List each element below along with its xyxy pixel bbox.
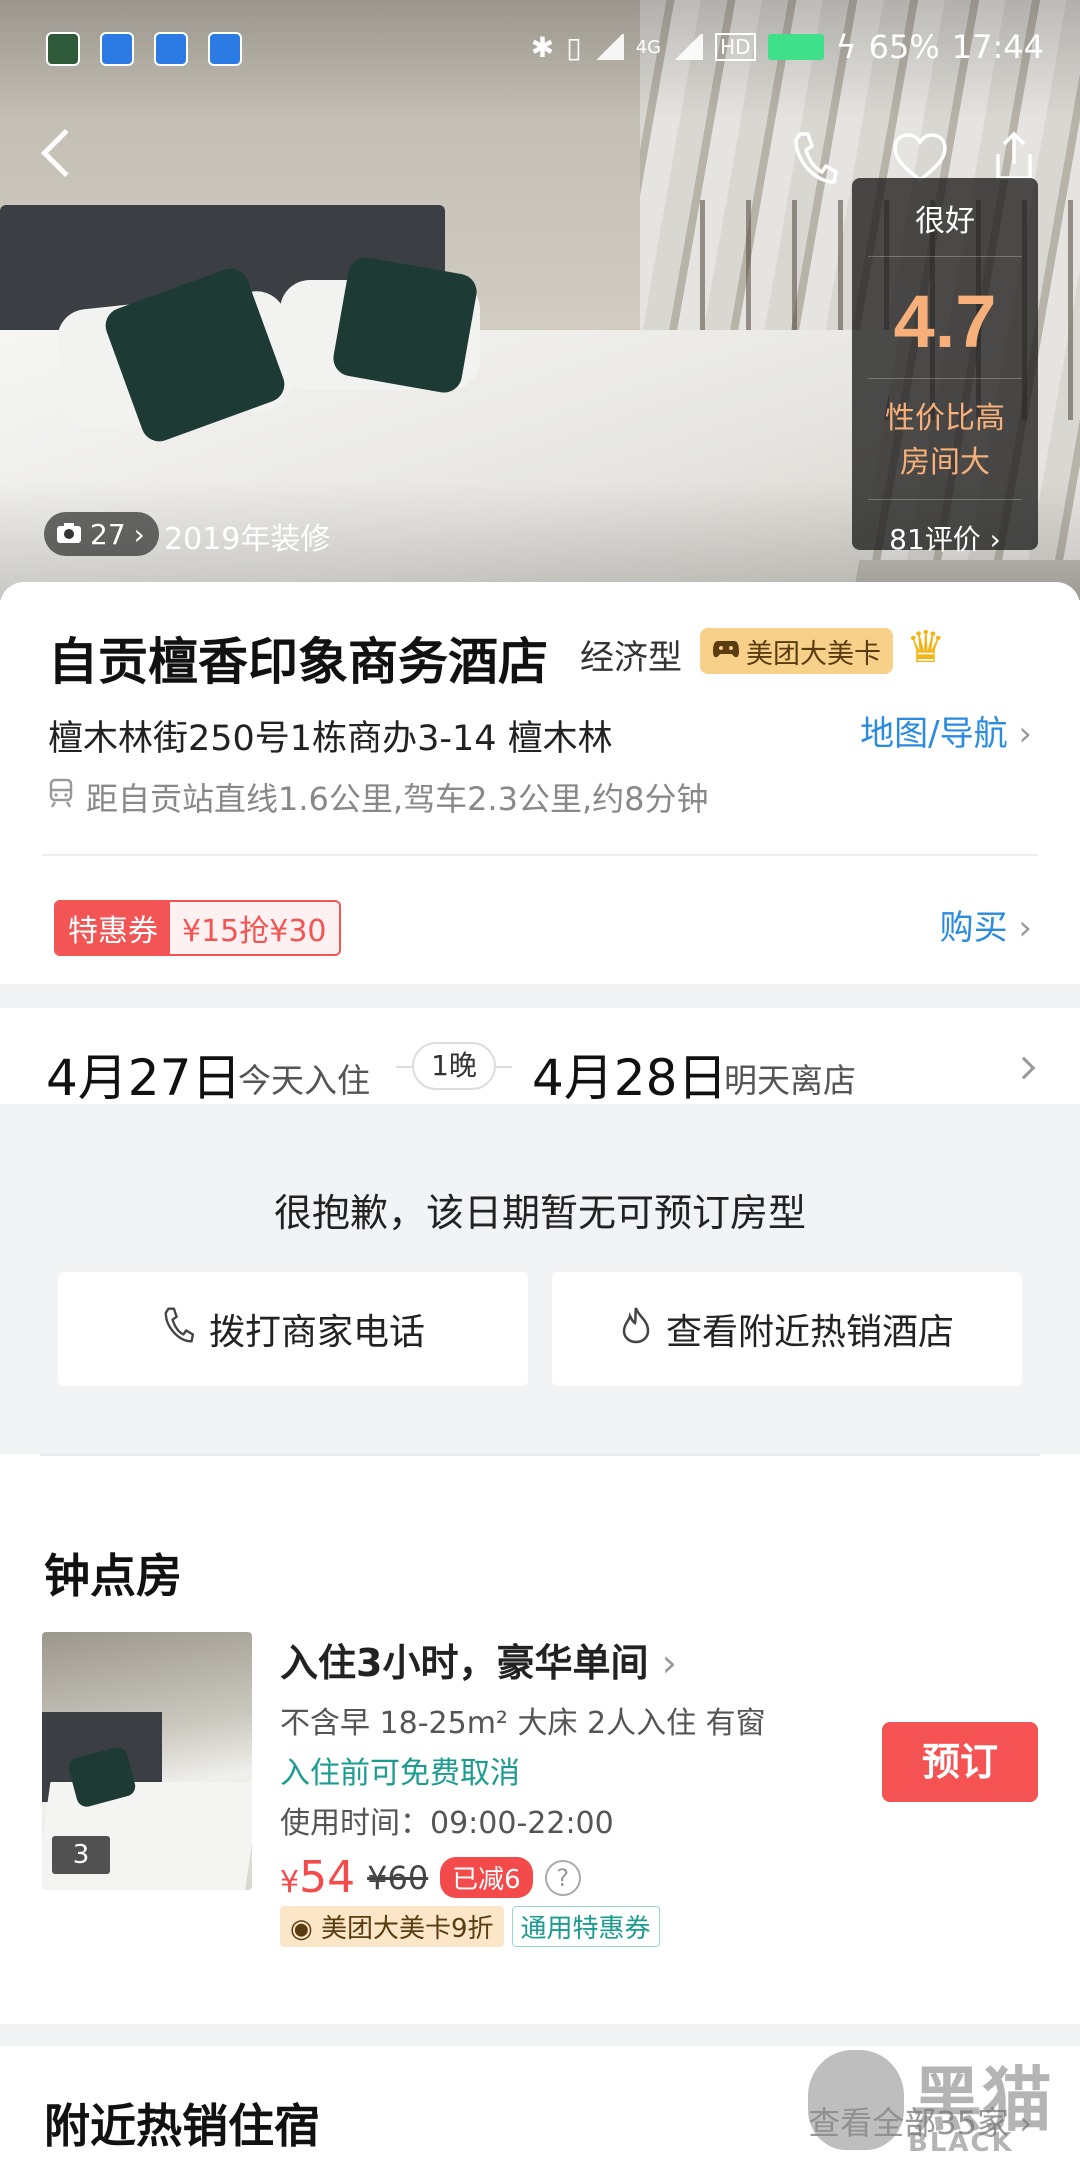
buy-coupon-link[interactable]: 购买 › <box>940 900 1032 949</box>
member-discount-label: 美团大美卡9折 <box>320 1914 494 1944</box>
member-discount-tag: ◉ 美团大美卡9折 <box>280 1906 504 1947</box>
hd-icon: HD <box>715 33 756 61</box>
train-icon <box>48 778 74 816</box>
rating-card[interactable]: 很好 4.7 性价比高 房间大 81评价 › <box>852 178 1038 556</box>
room-photo-count: 3 <box>52 1836 110 1874</box>
bluetooth-icon: ✱ <box>530 30 555 64</box>
battery-icon <box>767 34 824 60</box>
hotel-type: 经济型 <box>580 638 682 678</box>
usage-time: 使用时间：09:00-22:00 <box>280 1806 614 1841</box>
distance-info: 距自贡站直线1.6公里,驾车2.3公里,约8分钟 <box>48 774 709 820</box>
nearby-hotels-label: 查看附近热销酒店 <box>665 1312 954 1353</box>
buy-label: 购买 <box>939 908 1008 948</box>
no-rooms-message: 很抱歉，该日期暂无可预订房型 <box>273 1191 806 1235</box>
status-bar: ✱ ▯ 4G HD ϟ 65% 17:44 <box>0 0 1080 96</box>
map-navigation-link[interactable]: 地图/导航 › <box>860 706 1032 755</box>
hourly-section-title: 钟点房 <box>44 1549 182 1603</box>
nights-count: 1晚 <box>412 1042 496 1090</box>
crown-icon: ♛ <box>906 622 946 673</box>
checkout-label: 明天离店 <box>724 1061 856 1100</box>
original-price: ¥60 <box>367 1858 429 1897</box>
section-gap <box>0 2024 1080 2046</box>
rating-tag: 性价比高 <box>885 401 1005 436</box>
date-selector[interactable]: 4月27日 今天入住 1晚 4月28日 明天离店 <box>0 1008 1080 1107</box>
member-card-label: 美团大美卡 <box>746 638 881 670</box>
signal-icon <box>673 34 704 60</box>
room-name-link[interactable]: 入住3小时，豪华单间 › <box>280 1632 677 1687</box>
photo-count-button[interactable]: 27 › <box>44 512 159 556</box>
review-count-link[interactable]: 81评价 › <box>852 518 1038 558</box>
signal-icon <box>593 34 624 60</box>
call-merchant-label: 拨打商家电话 <box>208 1312 425 1353</box>
rating-divider <box>868 378 1022 379</box>
room-spec: 不含早 18-25m² 大床 2人入住 有窗 <box>280 1706 766 1741</box>
room-photo[interactable]: 3 <box>42 1632 252 1890</box>
rating-divider <box>868 499 1022 500</box>
chevron-right-icon: › <box>133 517 145 551</box>
nearby-hotels-button[interactable]: 查看附近热销酒店 <box>552 1272 1022 1386</box>
no-rooms-panel: 很抱歉，该日期暂无可预订房型 拨打商家电话 查看附近热销酒店 <box>0 1104 1080 1454</box>
coupon-tag[interactable]: 特惠券 ¥15抢¥30 <box>54 900 341 956</box>
gamepad-icon <box>712 636 740 667</box>
camera-icon <box>56 518 82 551</box>
hotel-name: 自贡檀香印象商务酒店 <box>48 633 548 691</box>
watermark-en: BLACK CAT <box>908 2128 1014 2160</box>
gamepad-icon: ◉ <box>290 1914 313 1944</box>
battery-percent: 65% <box>868 28 940 66</box>
room-price: 54 <box>299 1852 356 1903</box>
charging-icon: ϟ <box>835 28 857 66</box>
cancel-policy: 入住前可免费取消 <box>280 1756 520 1791</box>
watermark-logo: 黑猫 BLACK CAT <box>808 2044 1072 2160</box>
vibrate-icon: ▯ <box>566 30 582 64</box>
baidu-notification-icon <box>100 32 134 66</box>
divider <box>42 854 1038 856</box>
rating-divider <box>868 256 1022 257</box>
cat-logo-icon <box>808 2050 904 2150</box>
nearby-section-title: 附近热销住宿 <box>44 2099 320 2153</box>
clock: 17:44 <box>951 28 1044 66</box>
member-card-badge[interactable]: 美团大美卡 <box>700 628 893 674</box>
baidu-notification-icon <box>154 32 188 66</box>
baidu-notification-icon <box>208 32 242 66</box>
renovation-year: 2019年装修 <box>164 522 331 557</box>
network-type: 4G <box>635 36 662 58</box>
chevron-right-icon: › <box>1018 714 1032 754</box>
phone-icon[interactable] <box>790 130 838 190</box>
currency-symbol: ¥ <box>280 1865 300 1900</box>
phone-icon <box>161 1306 195 1353</box>
room-tags: ◉ 美团大美卡9折 通用特惠券 <box>280 1906 660 1947</box>
hotel-address: 檀木林街250号1栋商办3-14 檀木林 <box>48 719 613 759</box>
rating-tag: 房间大 <box>900 445 990 480</box>
rating-level: 很好 <box>915 204 975 239</box>
book-button[interactable]: 预订 <box>882 1722 1038 1802</box>
checkout-date: 4月28日 <box>532 1049 728 1107</box>
chevron-right-icon: › <box>1018 908 1032 948</box>
coupon-type-tag: 通用特惠券 <box>511 1906 660 1947</box>
app-notification-icon <box>46 32 80 66</box>
checkin-date: 4月27日 <box>46 1049 242 1107</box>
help-icon[interactable]: ? <box>544 1859 581 1896</box>
distance-text: 距自贡站直线1.6公里,驾车2.3公里,约8分钟 <box>86 780 709 818</box>
photo-count: 27 <box>90 517 126 551</box>
discount-badge: 已减6 <box>440 1857 533 1898</box>
fire-icon <box>620 1306 652 1353</box>
room-name: 入住3小时，豪华单间 <box>280 1641 649 1685</box>
checkin-label: 今天入住 <box>238 1061 370 1100</box>
chevron-right-icon <box>1012 1056 1036 1080</box>
map-navigation-label: 地图/导航 <box>860 714 1008 754</box>
divider <box>40 1454 1040 1456</box>
coupon-offer: ¥15抢¥30 <box>170 902 339 954</box>
call-merchant-button[interactable]: 拨打商家电话 <box>58 1272 528 1386</box>
section-gap <box>0 984 1080 1008</box>
chevron-right-icon: › <box>661 1641 677 1685</box>
hotel-info-card: 自贡檀香印象商务酒店 经济型 美团大美卡 ♛ 檀木林街250号1栋商办3-14 … <box>0 582 1080 982</box>
price-row: ¥54 ¥60 已减6 ? <box>280 1852 581 1903</box>
review-count: 81评价 <box>889 523 981 556</box>
chevron-right-icon: › <box>989 523 1001 556</box>
rating-score: 4.7 <box>893 280 997 363</box>
coupon-label: 特惠券 <box>56 902 170 954</box>
